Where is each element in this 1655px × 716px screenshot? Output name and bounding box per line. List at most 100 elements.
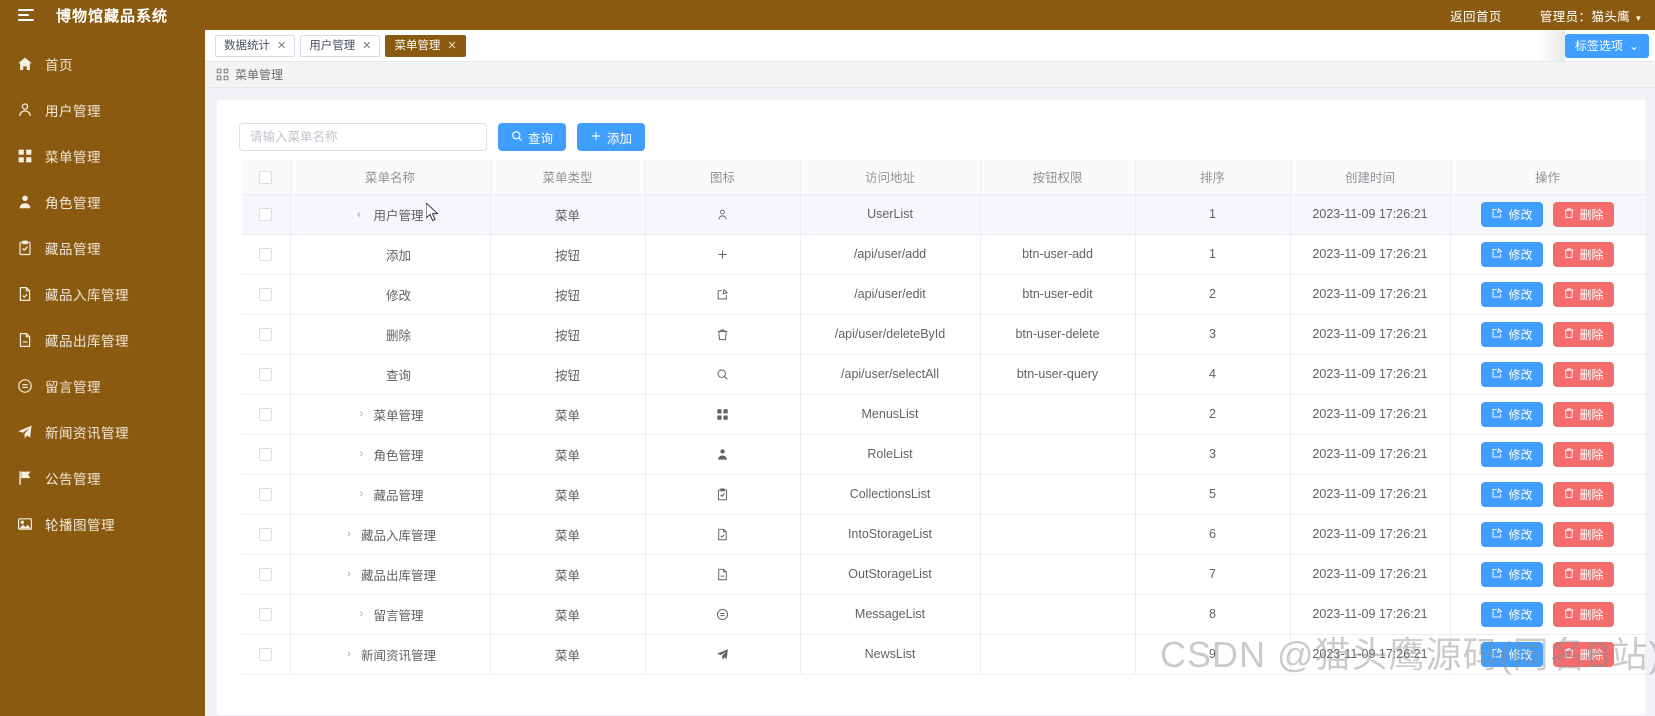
delete-row-button[interactable]: 删除 <box>1552 521 1614 547</box>
edit-row-button[interactable]: 修改 <box>1481 321 1543 347</box>
edit-row-button[interactable]: 修改 <box>1481 201 1543 227</box>
row-checkbox-cell[interactable] <box>242 594 291 635</box>
sidebar-logo[interactable]: 博物馆藏品系统 <box>0 0 205 30</box>
user-menu[interactable]: 管理员：猫头鹰 ▾ <box>1540 6 1641 25</box>
edit-row-button[interactable]: 修改 <box>1481 401 1543 427</box>
table-row[interactable]: 删除 按钮/api/user/deleteById btn-user-delete 3… <box>242 314 1645 355</box>
edit-row-button[interactable]: 修改 <box>1481 561 1543 587</box>
close-icon[interactable]: ✕ <box>277 36 286 56</box>
delete-row-button[interactable]: 删除 <box>1552 281 1614 307</box>
table-row[interactable]: 添加 按钮/api/user/add btn-user-add 1 2023-11-09… <box>242 234 1645 275</box>
chevron-right-icon[interactable]: › <box>344 648 354 660</box>
row-checkbox-cell[interactable] <box>242 394 291 435</box>
row-checkbox[interactable] <box>259 328 273 342</box>
delete-row-button[interactable]: 删除 <box>1552 361 1614 387</box>
sidebar-item-1[interactable]: 首页 <box>0 41 205 87</box>
row-checkbox-cell[interactable] <box>242 234 291 275</box>
edit-row-button[interactable]: 修改 <box>1481 481 1543 507</box>
edit-row-button[interactable]: 修改 <box>1481 641 1543 667</box>
row-checkbox[interactable] <box>259 368 273 382</box>
edit-row-button[interactable]: 修改 <box>1481 241 1543 267</box>
sidebar-item-6[interactable]: 藏品入库管理 <box>0 271 205 317</box>
edit-row-button[interactable]: 修改 <box>1481 281 1543 307</box>
delete-row-button[interactable]: 删除 <box>1552 641 1614 667</box>
row-checkbox-cell[interactable] <box>242 434 291 475</box>
chevron-right-icon[interactable]: › <box>356 448 366 460</box>
chevron-right-icon[interactable]: › <box>344 568 354 580</box>
edit-row-button[interactable]: 修改 <box>1481 361 1543 387</box>
sidebar-item-2[interactable]: 用户管理 <box>0 87 205 133</box>
row-checkbox-cell[interactable] <box>242 634 291 675</box>
row-checkbox-cell[interactable] <box>242 354 291 395</box>
table-row[interactable]: 修改 按钮/api/user/edit btn-user-edit 2 2023-11-… <box>242 274 1645 315</box>
sidebar-item-8[interactable]: 留言管理 <box>0 363 205 409</box>
table-row[interactable]: ⌄ 用户管理 菜单 UserList 1 2023-11-09 17:26:21 修改 删除 <box>242 194 1645 235</box>
table-row[interactable]: › 藏品管理 菜单 CollectionsList 5 2023-11-09 17:26:… <box>242 474 1645 515</box>
row-checkbox[interactable] <box>259 608 273 622</box>
chevron-down-icon[interactable]: ⌄ <box>355 209 368 219</box>
row-checkbox[interactable] <box>259 248 273 262</box>
select-all-checkbox[interactable] <box>259 170 273 184</box>
add-button[interactable]: 添加 <box>577 123 646 151</box>
chevron-right-icon[interactable]: › <box>356 408 366 420</box>
delete-row-button[interactable]: 删除 <box>1552 241 1614 267</box>
close-icon[interactable]: ✕ <box>447 36 456 56</box>
delete-row-button[interactable]: 删除 <box>1552 601 1614 627</box>
table-row[interactable]: 查询 按钮/api/user/selectAll btn-user-query 4 20… <box>242 354 1645 395</box>
tab-3[interactable]: 菜单管理 ✕ <box>385 34 466 57</box>
sidebar-item-9[interactable]: 新闻资讯管理 <box>0 409 205 455</box>
user-icon <box>17 102 33 118</box>
row-checkbox[interactable] <box>259 528 273 542</box>
table-row[interactable]: › 新闻资讯管理 菜单 NewsList 9 2023-11-09 17:26:21 修改 删… <box>242 634 1645 675</box>
sidebar-item-7[interactable]: 藏品出库管理 <box>0 317 205 363</box>
row-checkbox[interactable] <box>259 568 273 582</box>
row-checkbox[interactable] <box>259 488 273 502</box>
delete-row-button[interactable]: 删除 <box>1552 441 1614 467</box>
row-checkbox-cell[interactable] <box>242 274 291 315</box>
sidebar-item-10[interactable]: 公告管理 <box>0 455 205 501</box>
delete-row-button[interactable]: 删除 <box>1552 321 1614 347</box>
row-checkbox[interactable] <box>259 208 273 222</box>
sidebar-item-4[interactable]: 角色管理 <box>0 179 205 225</box>
tab-1[interactable]: 数据统计 ✕ <box>215 34 296 57</box>
delete-row-button[interactable]: 删除 <box>1552 401 1614 427</box>
back-home-link[interactable]: 返回首页 <box>1450 6 1502 25</box>
table-row[interactable]: › 角色管理 菜单 RoleList 3 2023-11-09 17:26:21 修改 删除 <box>242 434 1645 475</box>
chevron-right-icon[interactable]: › <box>356 608 366 620</box>
tab-2[interactable]: 用户管理 ✕ <box>300 34 381 57</box>
sidebar-item-3[interactable]: 菜单管理 <box>0 133 205 179</box>
row-checkbox[interactable] <box>259 648 273 662</box>
cell-permission: btn-user-delete <box>980 314 1136 355</box>
query-button[interactable]: 查询 <box>498 123 567 151</box>
close-icon[interactable]: ✕ <box>362 36 371 56</box>
row-checkbox-cell[interactable] <box>242 194 291 235</box>
row-checkbox-cell[interactable] <box>242 314 291 355</box>
tab-options-button[interactable]: 标签选项 ⌄ <box>1564 34 1649 58</box>
sidebar-item-5[interactable]: 藏品管理 <box>0 225 205 271</box>
delete-row-button[interactable]: 删除 <box>1552 481 1614 507</box>
delete-row-button[interactable]: 删除 <box>1552 201 1614 227</box>
table-row[interactable]: › 菜单管理 菜单 MenusList 2 2023-11-09 17:26:21 修改 删除 <box>242 394 1645 435</box>
table-row[interactable]: › 藏品入库管理 菜单 IntoStorageList 6 2023-11-09 17:2… <box>242 514 1645 555</box>
row-checkbox-cell[interactable] <box>242 474 291 515</box>
table-row[interactable]: › 藏品出库管理 菜单 OutStorageList 7 2023-11-09 17:26… <box>242 554 1645 595</box>
cell-created-time: 2023-11-09 17:26:21 <box>1290 394 1451 435</box>
sidebar-item-11[interactable]: 轮播图管理 <box>0 501 205 547</box>
chevron-right-icon[interactable]: › <box>356 488 366 500</box>
hamburger-menu-icon[interactable] <box>18 8 34 22</box>
row-checkbox-cell[interactable] <box>242 514 291 555</box>
edit-row-button[interactable]: 修改 <box>1481 601 1543 627</box>
edit-row-button[interactable]: 修改 <box>1481 521 1543 547</box>
row-checkbox[interactable] <box>259 448 273 462</box>
edit-row-button[interactable]: 修改 <box>1481 441 1543 467</box>
row-checkbox[interactable] <box>259 408 273 422</box>
cell-permission <box>980 634 1136 675</box>
row-checkbox[interactable] <box>259 288 273 302</box>
table-row[interactable]: › 留言管理 菜单 MessageList 8 2023-11-09 17:26:21 修改… <box>242 594 1645 635</box>
row-checkbox-cell[interactable] <box>242 554 291 595</box>
delete-row-button[interactable]: 删除 <box>1552 561 1614 587</box>
chevron-right-icon[interactable]: › <box>344 528 354 540</box>
search-input[interactable] <box>239 123 487 151</box>
table-toolbar: 查询 添加 <box>217 114 1645 160</box>
select-all-checkbox-cell[interactable] <box>242 160 291 195</box>
